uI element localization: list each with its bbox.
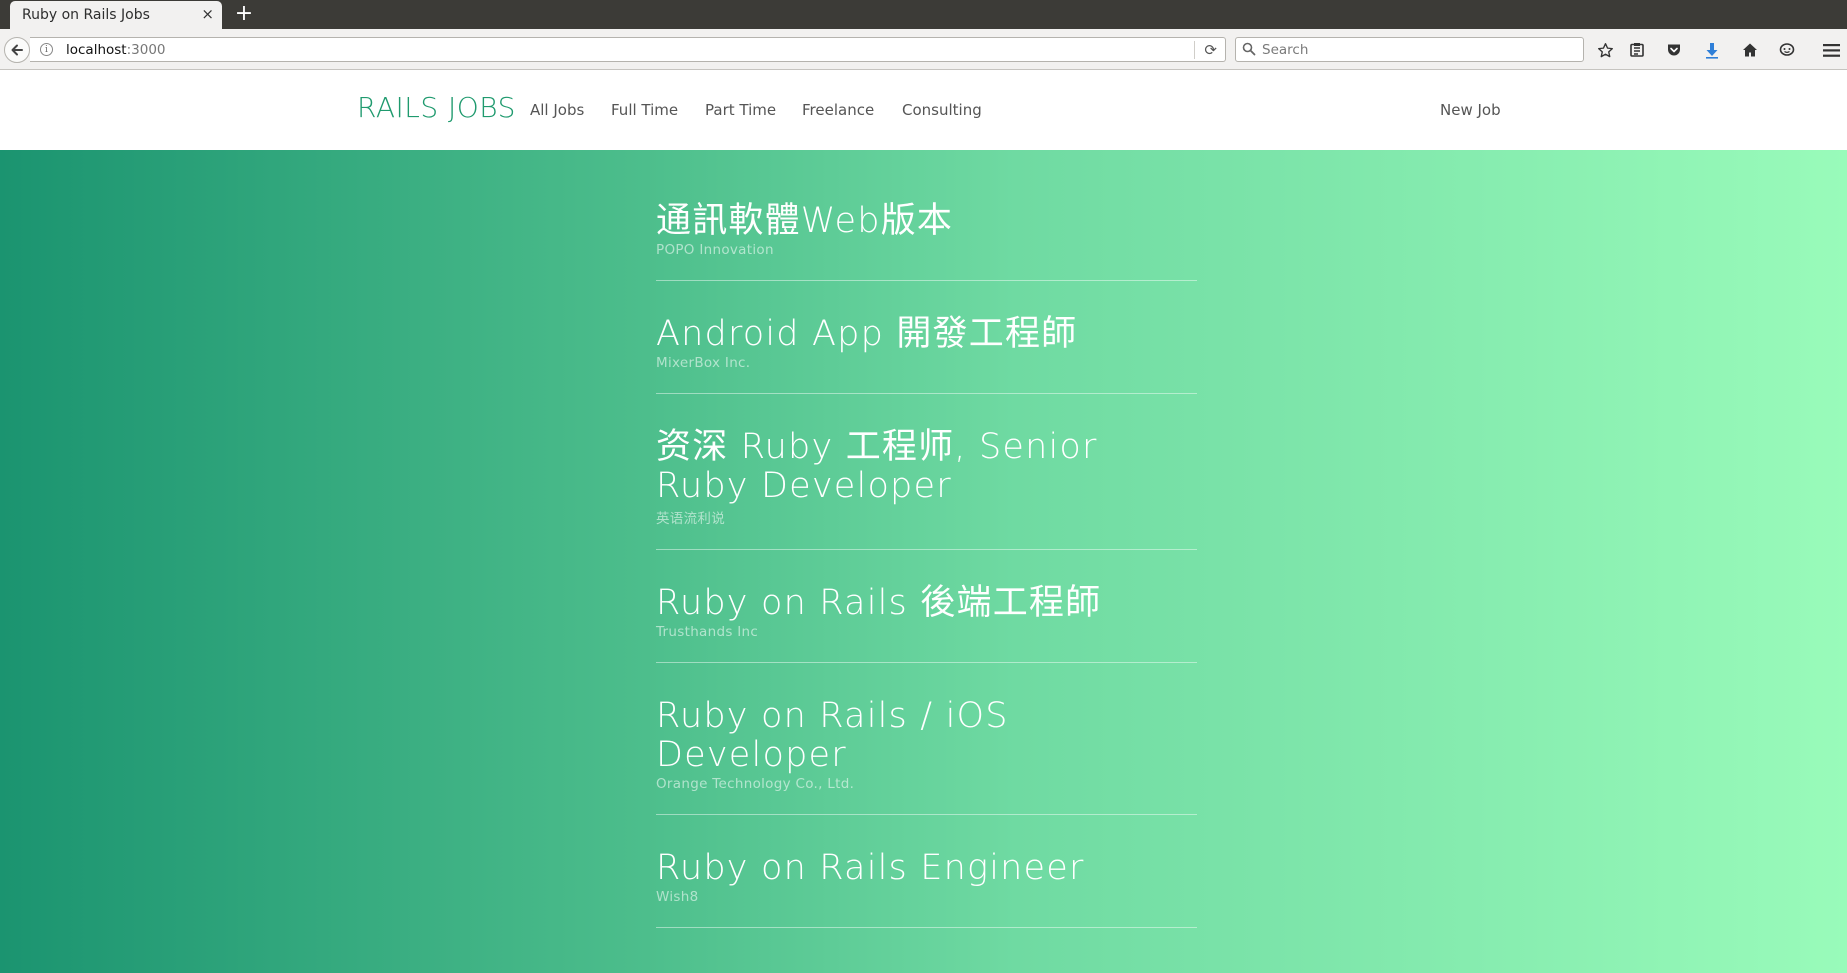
job-list: 通訊軟體Web版本 POPO Innovation Android App 開發…	[656, 150, 1197, 928]
browser-tab-bar: Ruby on Rails Jobs × +	[0, 0, 1847, 29]
download-icon[interactable]	[1701, 39, 1723, 61]
job-item[interactable]: Ruby on Rails 後端工程師 Trusthands Inc	[656, 550, 1197, 663]
reload-icon[interactable]: ⟳	[1204, 41, 1217, 59]
job-title[interactable]: Ruby on Rails 後端工程師	[656, 584, 1197, 623]
job-title[interactable]: Ruby on Rails / iOS Developer	[656, 697, 1197, 775]
page: RAILS JOBS All Jobs Full Time Part Time …	[0, 70, 1847, 973]
back-button[interactable]	[4, 37, 30, 63]
job-title[interactable]: Ruby on Rails Engineer	[656, 849, 1197, 888]
url-host: localhost	[66, 42, 127, 58]
url-port: :3000	[126, 42, 166, 58]
pocket-icon[interactable]	[1663, 39, 1685, 61]
job-title[interactable]: 资深 Ruby 工程师, Senior Ruby Developer	[656, 428, 1197, 506]
job-title[interactable]: Android App 開發工程師	[656, 315, 1197, 354]
url-bar[interactable]: i localhost:3000 ⟳	[30, 37, 1226, 62]
nav-part-time[interactable]: Part Time	[705, 101, 776, 119]
nav-consulting[interactable]: Consulting	[902, 101, 982, 119]
job-item[interactable]: 通訊軟體Web版本 POPO Innovation	[656, 150, 1197, 281]
info-icon[interactable]: i	[40, 43, 53, 56]
site-header: RAILS JOBS All Jobs Full Time Part Time …	[0, 70, 1847, 150]
job-item[interactable]: Ruby on Rails Engineer Wish8	[656, 815, 1197, 928]
chat-icon[interactable]	[1776, 39, 1798, 61]
tab-title: Ruby on Rails Jobs	[22, 7, 150, 23]
job-company: POPO Innovation	[656, 242, 774, 258]
home-icon[interactable]	[1739, 39, 1761, 61]
reading-list-icon[interactable]	[1626, 39, 1648, 61]
star-icon[interactable]	[1594, 39, 1616, 61]
job-item[interactable]: Ruby on Rails / iOS Developer Orange Tec…	[656, 663, 1197, 815]
nav-all-jobs[interactable]: All Jobs	[530, 101, 584, 119]
url-separator	[1194, 41, 1195, 59]
brand-logo[interactable]: RAILS JOBS	[357, 91, 516, 124]
job-company: MixerBox Inc.	[656, 355, 751, 371]
back-icon	[11, 44, 23, 56]
browser-navbar: i localhost:3000 ⟳	[0, 29, 1847, 70]
job-item[interactable]: 资深 Ruby 工程师, Senior Ruby Developer 英语流利说	[656, 394, 1197, 550]
job-company: 英语流利说	[656, 511, 725, 527]
job-item[interactable]: Android App 開發工程師 MixerBox Inc.	[656, 281, 1197, 394]
close-tab-icon[interactable]: ×	[201, 5, 214, 23]
new-tab-button[interactable]: +	[232, 1, 256, 27]
url-text[interactable]: localhost:3000	[66, 42, 166, 58]
new-job-link[interactable]: New Job	[1440, 101, 1501, 119]
search-input[interactable]	[1260, 39, 1578, 60]
job-list-section: 通訊軟體Web版本 POPO Innovation Android App 開發…	[0, 150, 1847, 973]
nav-freelance[interactable]: Freelance	[802, 101, 874, 119]
menu-icon[interactable]	[1820, 39, 1842, 61]
job-company: Wish8	[656, 889, 699, 905]
job-company: Orange Technology Co., Ltd.	[656, 776, 855, 792]
job-title[interactable]: 通訊軟體Web版本	[656, 202, 1197, 241]
job-company: Trusthands Inc	[656, 624, 759, 640]
search-bar[interactable]	[1235, 37, 1584, 62]
nav-full-time[interactable]: Full Time	[611, 101, 678, 119]
search-icon	[1242, 42, 1256, 56]
browser-tab[interactable]: Ruby on Rails Jobs ×	[10, 1, 222, 29]
